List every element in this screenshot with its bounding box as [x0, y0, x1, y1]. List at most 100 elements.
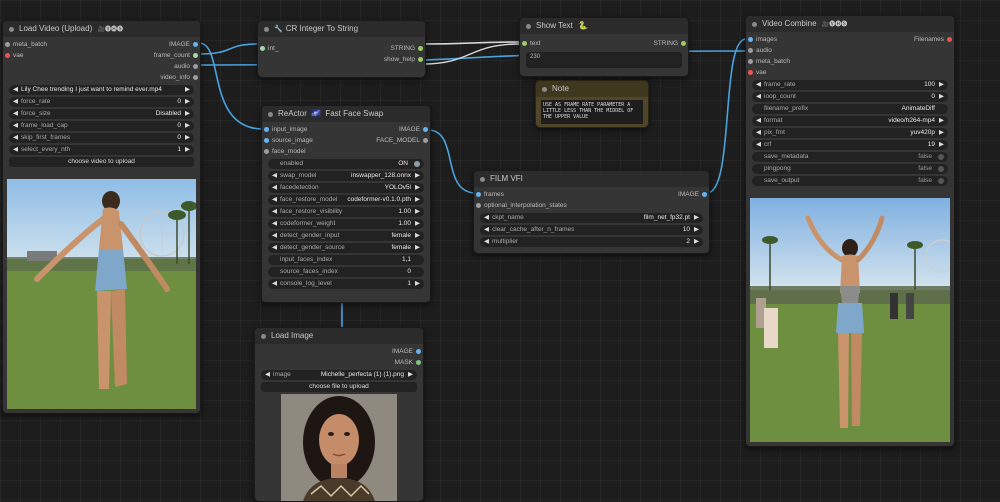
right-arrow-icon[interactable]: ▶ [694, 213, 699, 223]
facedetection-widget[interactable]: ◀ facedetection YOLOv5l ▶ [268, 183, 424, 193]
multiplier-widget[interactable]: ◀ multiplier 2 ▶ [480, 237, 703, 247]
right-arrow-icon[interactable]: ▶ [415, 183, 420, 193]
right-arrow-icon[interactable]: ▶ [939, 140, 944, 150]
load-image-node[interactable]: Load Image IMAGE MASK ◀ image Michelle_per… [254, 327, 424, 502]
reactor-title[interactable]: ReActor 🌌 Fast Face Swap [262, 106, 430, 122]
show-text-node[interactable]: Show Text 🐍 text STRING 230 [519, 17, 689, 77]
right-arrow-icon[interactable]: ▶ [939, 80, 944, 90]
mask-output-socket[interactable] [416, 360, 421, 365]
force-rate-widget[interactable]: ◀ force_rate 0 ▶ [9, 97, 194, 107]
left-arrow-icon[interactable]: ◀ [13, 97, 18, 107]
enabled-toggle[interactable]: enabled ON [268, 159, 424, 169]
left-arrow-icon[interactable]: ◀ [272, 207, 277, 217]
pix-fmt-widget[interactable]: ◀ pix_fmt yuv420p ▶ [752, 128, 948, 138]
collapse-dot-icon[interactable] [526, 24, 531, 29]
collapse-dot-icon[interactable] [480, 177, 485, 182]
right-arrow-icon[interactable]: ▶ [939, 92, 944, 102]
image-output-socket[interactable] [416, 349, 421, 354]
source-image-socket[interactable] [264, 138, 269, 143]
crf-widget[interactable]: ◀ crf 19 ▶ [752, 140, 948, 150]
right-arrow-icon[interactable]: ▶ [415, 171, 420, 181]
left-arrow-icon[interactable]: ◀ [13, 145, 18, 155]
image-output-socket[interactable] [423, 127, 428, 132]
left-arrow-icon[interactable]: ◀ [13, 121, 18, 131]
input-image-socket[interactable] [264, 127, 269, 132]
detect-gender-input-widget[interactable]: ◀ detect_gender_input female ▶ [268, 231, 424, 241]
face-restore-model-widget[interactable]: ◀ face_restore_model codeformer-v0.1.0.pth… [268, 195, 424, 205]
collapse-dot-icon[interactable] [542, 87, 547, 92]
right-arrow-icon[interactable]: ▶ [415, 207, 420, 217]
string-output-socket[interactable] [681, 41, 686, 46]
film-vfi-title[interactable]: FILM VFI [474, 171, 709, 187]
source-faces-index-field[interactable]: source_faces_index 0 [268, 267, 424, 277]
force-size-widget[interactable]: ◀ force_size Disabled ▶ [9, 109, 194, 119]
load-video-title[interactable]: Load Video (Upload) 🎥🅥🅗🅢 [3, 21, 200, 37]
frame-load-cap-widget[interactable]: ◀ frame_load_cap 0 ▶ [9, 121, 194, 131]
left-arrow-icon[interactable]: ◀ [756, 140, 761, 150]
int-input-socket[interactable] [260, 46, 265, 51]
toggle-knob-icon[interactable] [938, 178, 944, 184]
right-arrow-icon[interactable]: ▶ [415, 195, 420, 205]
toggle-knob-icon[interactable] [414, 161, 420, 167]
left-arrow-icon[interactable]: ◀ [272, 183, 277, 193]
collapse-dot-icon[interactable] [268, 112, 273, 117]
choose-video-button[interactable]: choose video to upload [9, 157, 194, 167]
left-arrow-icon[interactable]: ◀ [272, 279, 277, 289]
video-combine-title[interactable]: Video Combine 🎥🅥🅗🅢 [746, 16, 954, 32]
left-arrow-icon[interactable]: ◀ [484, 213, 489, 223]
image-output-socket[interactable] [702, 192, 707, 197]
vae-input-socket[interactable] [748, 70, 753, 75]
left-arrow-icon[interactable]: ◀ [484, 237, 489, 247]
film-vfi-node[interactable]: FILM VFI frames IMAGE optional_interpolat… [473, 170, 710, 254]
audio-output-socket[interactable] [193, 64, 198, 69]
right-arrow-icon[interactable]: ▶ [694, 225, 699, 235]
video-info-output-socket[interactable] [193, 75, 198, 80]
right-arrow-icon[interactable]: ▶ [185, 97, 190, 107]
right-arrow-icon[interactable]: ▶ [185, 145, 190, 155]
frame-count-output-socket[interactable] [193, 53, 198, 58]
ckpt-name-widget[interactable]: ◀ ckpt_name film_net_fp32.pt ▶ [480, 213, 703, 223]
video-file-select[interactable]: ◀ Lily Chee trending I just want to remin… [9, 85, 194, 95]
left-arrow-icon[interactable]: ◀ [272, 219, 277, 229]
left-arrow-icon[interactable]: ◀ [272, 231, 277, 241]
save-output-toggle[interactable]: save_output false [752, 176, 948, 186]
filename-prefix-field[interactable]: filename_prefix AnimateDiff [752, 104, 948, 114]
choose-file-button[interactable]: choose file to upload [261, 382, 417, 392]
right-arrow-icon[interactable]: ▶ [415, 219, 420, 229]
collapse-dot-icon[interactable] [261, 334, 266, 339]
show-text-title[interactable]: Show Text 🐍 [520, 18, 688, 34]
left-arrow-icon[interactable]: ◀ [13, 109, 18, 119]
left-arrow-icon[interactable]: ◀ [13, 85, 18, 95]
reactor-node[interactable]: ReActor 🌌 Fast Face Swap input_image IMAG… [261, 105, 431, 303]
cr-integer-title[interactable]: 🔧 CR Integer To String [258, 21, 425, 37]
vae-input-socket[interactable] [5, 53, 10, 58]
note-text[interactable]: USE AS FRAME RATE PARAMETER A LITTLE LES… [541, 100, 643, 124]
right-arrow-icon[interactable]: ▶ [185, 109, 190, 119]
left-arrow-icon[interactable]: ◀ [756, 128, 761, 138]
console-log-level-widget[interactable]: ◀ console_log_level 1 ▶ [268, 279, 424, 289]
face-model-output-socket[interactable] [423, 138, 428, 143]
meta-batch-input-socket[interactable] [5, 42, 10, 47]
right-arrow-icon[interactable]: ▶ [415, 279, 420, 289]
images-input-socket[interactable] [748, 37, 753, 42]
toggle-knob-icon[interactable] [938, 154, 944, 160]
right-arrow-icon[interactable]: ▶ [939, 116, 944, 126]
image-file-select[interactable]: ◀ image Michelle_perfecta (1) (1).png ▶ [261, 370, 417, 380]
left-arrow-icon[interactable]: ◀ [756, 92, 761, 102]
left-arrow-icon[interactable]: ◀ [272, 171, 277, 181]
left-arrow-icon[interactable]: ◀ [265, 370, 270, 380]
face-restore-visibility-widget[interactable]: ◀ face_restore_visibility 1.00 ▶ [268, 207, 424, 217]
right-arrow-icon[interactable]: ▶ [939, 128, 944, 138]
note-title[interactable]: Note [536, 81, 648, 97]
save-metadata-toggle[interactable]: save_metadata false [752, 152, 948, 162]
format-widget[interactable]: ◀ format video/h264-mp4 ▶ [752, 116, 948, 126]
loop-count-widget[interactable]: ◀ loop_count 0 ▶ [752, 92, 948, 102]
string-output-socket[interactable] [418, 46, 423, 51]
frame-rate-widget[interactable]: ◀ frame_rate 100 ▶ [752, 80, 948, 90]
input-faces-index-field[interactable]: input_faces_index 1,1 [268, 255, 424, 265]
show-text-value[interactable]: 230 [526, 52, 682, 68]
frames-input-socket[interactable] [476, 192, 481, 197]
detect-gender-source-widget[interactable]: ◀ detect_gender_source female ▶ [268, 243, 424, 253]
collapse-dot-icon[interactable] [264, 27, 269, 32]
skip-first-frames-widget[interactable]: ◀ skip_first_frames 0 ▶ [9, 133, 194, 143]
